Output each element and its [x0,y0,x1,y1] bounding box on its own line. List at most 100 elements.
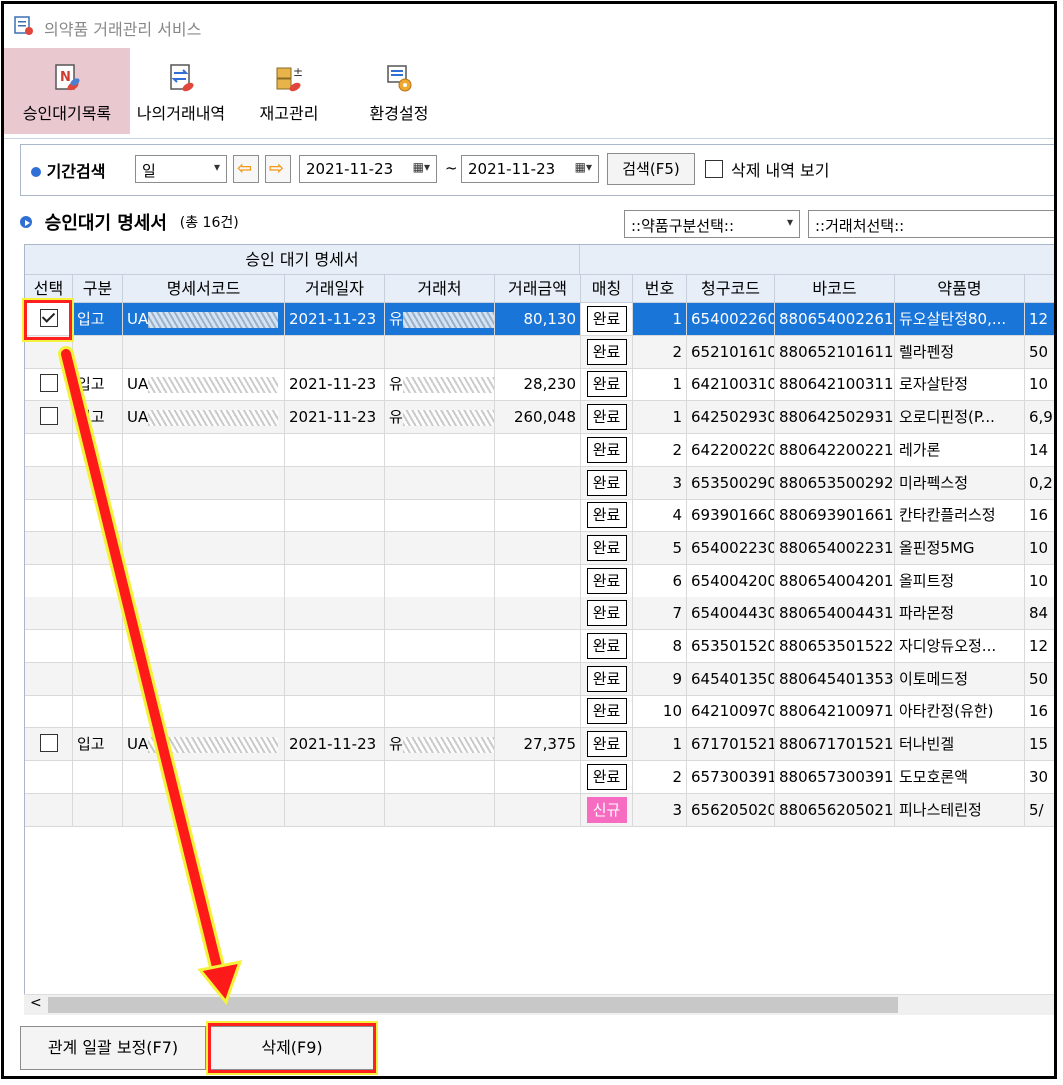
match-status-badge[interactable]: 완료 [586,567,627,594]
match-status-badge[interactable]: 신규 [586,796,627,823]
column-header[interactable]: 번호 [633,275,687,303]
arrow-left-icon: ⇦ [237,158,253,179]
row-checkbox[interactable] [39,734,58,753]
scrollbar-thumb[interactable] [48,997,898,1013]
table-row[interactable]: 완료 8 653501520 8806535015227 자디앙듀오정... 12 [25,630,1054,663]
claim-cell: 656205020 [687,793,775,827]
match-status-badge[interactable]: 완료 [586,665,627,692]
show-deleted-checkbox[interactable] [705,160,723,178]
match-cell: 완료 [581,597,633,631]
search-button[interactable]: 검색(F5) [607,153,695,185]
row-select-cell [25,662,73,696]
extra-cell: 16 [1025,695,1054,729]
table-row[interactable]: 입고 UA 2021-11-23 유 28,230 완료 1 642100310 8806421… [25,368,1054,402]
amount-cell: 28,230 [495,368,581,402]
bulk-correct-button[interactable]: 관계 일괄 보정(F7) [20,1026,206,1070]
barcode-cell: 8806425029310 [775,401,895,435]
row-select-cell [25,466,73,500]
table-row[interactable]: 입고 UA 2021-11-23 유 260,048 완료 1 642502930 880642… [25,401,1054,435]
match-status-badge[interactable]: 완료 [586,502,627,529]
statement-code-cell [123,597,285,631]
table-row[interactable]: 완료 4 693901660 8806939016615 칸타칸플러스정 16 [25,499,1054,533]
date-from-picker[interactable]: 2021-11-23 ▦▾ [299,155,437,183]
partner-cell: 유 [385,368,495,402]
toolbar-transaction-history[interactable]: 나의거래내역 [130,48,232,134]
column-header[interactable]: 바코드 [775,275,895,303]
toolbar-settings[interactable]: 환경설정 [354,48,444,134]
claim-cell: 645401350 [687,662,775,696]
date-cell [285,531,385,565]
table-row[interactable]: 입고 UA 2021-11-23 유 80,130 완료 1 654002260 8806540… [25,303,1054,336]
table-row[interactable]: 완료 10 642100970 8806421009712 아타칸정(유한) 16 [25,695,1054,729]
drug-cell: 파라몬정 [895,597,1025,631]
column-header[interactable]: 거래처 [385,275,495,303]
match-status-badge[interactable]: 완료 [586,763,627,790]
table-row[interactable]: 완료 3 653500290 8806535002920 미라펙스정 0,2 [25,466,1054,500]
column-header[interactable]: 거래일자 [285,275,385,303]
match-status-badge[interactable]: 완료 [586,436,627,463]
date-cell [285,564,385,598]
match-status-badge[interactable]: 완료 [586,404,627,431]
period-unit-select[interactable]: 일 ▾ [135,155,227,183]
match-status-badge[interactable]: 완료 [586,469,627,496]
match-status-badge[interactable]: 완료 [586,306,627,332]
statement-code: UA [127,735,149,754]
statement-code-cell [123,695,285,729]
statement-code-cell [123,630,285,663]
column-header[interactable]: 명세서코드 [123,275,285,303]
match-status-badge[interactable]: 완료 [586,371,627,398]
toolbar-label: 재고관리 [259,104,319,123]
barcode-cell: 8806421003116 [775,368,895,402]
table-row[interactable]: 완료 5 654002230 8806540022319 올핀정5MG 10 [25,531,1054,565]
drug-cell: 렐라펜정 [895,335,1025,369]
match-status-badge[interactable]: 완료 [586,731,627,758]
no-cell: 2 [633,335,687,369]
table-row[interactable]: 완료 2 642200220 8806422002217 레가론 14 [25,433,1054,467]
horizontal-scrollbar[interactable]: < [24,994,1054,1015]
claim-cell: 693901660 [687,499,775,533]
partner-select[interactable]: ::거래처선택:: [808,210,1054,238]
table-row[interactable]: 완료 9 645401350 8806454013533 이토메드정 50 [25,662,1054,696]
prev-period-button[interactable]: ⇦ [233,155,259,183]
table-row[interactable]: 입고 UA 2021-11-23 유 27,375 완료 1 671701521 8806717… [25,728,1054,762]
chevron-down-icon: ▾ [786,215,793,229]
row-checkbox[interactable] [39,407,58,426]
match-cell: 완료 [581,433,633,467]
column-header[interactable]: 구분 [73,275,123,303]
type-cell [73,433,123,467]
column-header[interactable]: 약품명 [895,275,1025,303]
partner-cell [385,499,495,533]
column-header[interactable]: 선택 [25,275,73,303]
match-status-badge[interactable]: 완료 [586,600,627,627]
table-row[interactable]: 완료 7 654004430 8806540044311 파라몬정 84 [25,597,1054,631]
match-status-badge[interactable]: 완료 [586,633,627,659]
date-to-picker[interactable]: 2021-11-23 ▦▾ [461,155,599,183]
column-header[interactable]: 거래금액 [495,275,581,303]
next-period-button[interactable]: ⇨ [265,155,291,183]
toolbar-inventory[interactable]: ± 재고관리 [244,48,334,134]
barcode-cell: 8806540042010 [775,564,895,598]
match-status-badge[interactable]: 완료 [586,534,627,561]
drug-category-select[interactable]: ::약품구분선택:: ▾ [624,210,800,238]
no-cell: 10 [633,695,687,729]
table-row[interactable]: 신규 3 656205020 8806562050215 피나스테린정 5/ [25,793,1054,827]
match-status-badge[interactable]: 완료 [586,338,627,365]
table-row[interactable]: 완료 6 654004200 8806540042010 올피트정 10 [25,564,1054,598]
type-cell [73,466,123,500]
drug-cell: 도모호론액 [895,760,1025,794]
table-row[interactable]: 완료 2 657300391 8806573003910 도모호론액 30 [25,760,1054,794]
scroll-left-icon[interactable]: < [30,995,42,1011]
toolbar-pending-approval[interactable]: N 승인대기목록 [4,48,130,134]
column-header[interactable]: 청구코드 [687,275,775,303]
match-cell: 완료 [581,499,633,533]
match-cell: 완료 [581,695,633,729]
no-cell: 1 [633,728,687,762]
calendar-icon: ▦▾ [574,160,592,174]
row-checkbox[interactable] [39,374,58,393]
toolbar-label: 승인대기목록 [22,104,112,123]
section-bullet-icon [20,216,32,228]
grid-group-header-right [580,245,1054,275]
match-status-badge[interactable]: 완료 [586,698,627,725]
table-row[interactable]: 완료 2 652101610 8806521016115 렐라펜정 50 [25,335,1054,369]
column-header[interactable]: 매칭 [581,275,633,303]
